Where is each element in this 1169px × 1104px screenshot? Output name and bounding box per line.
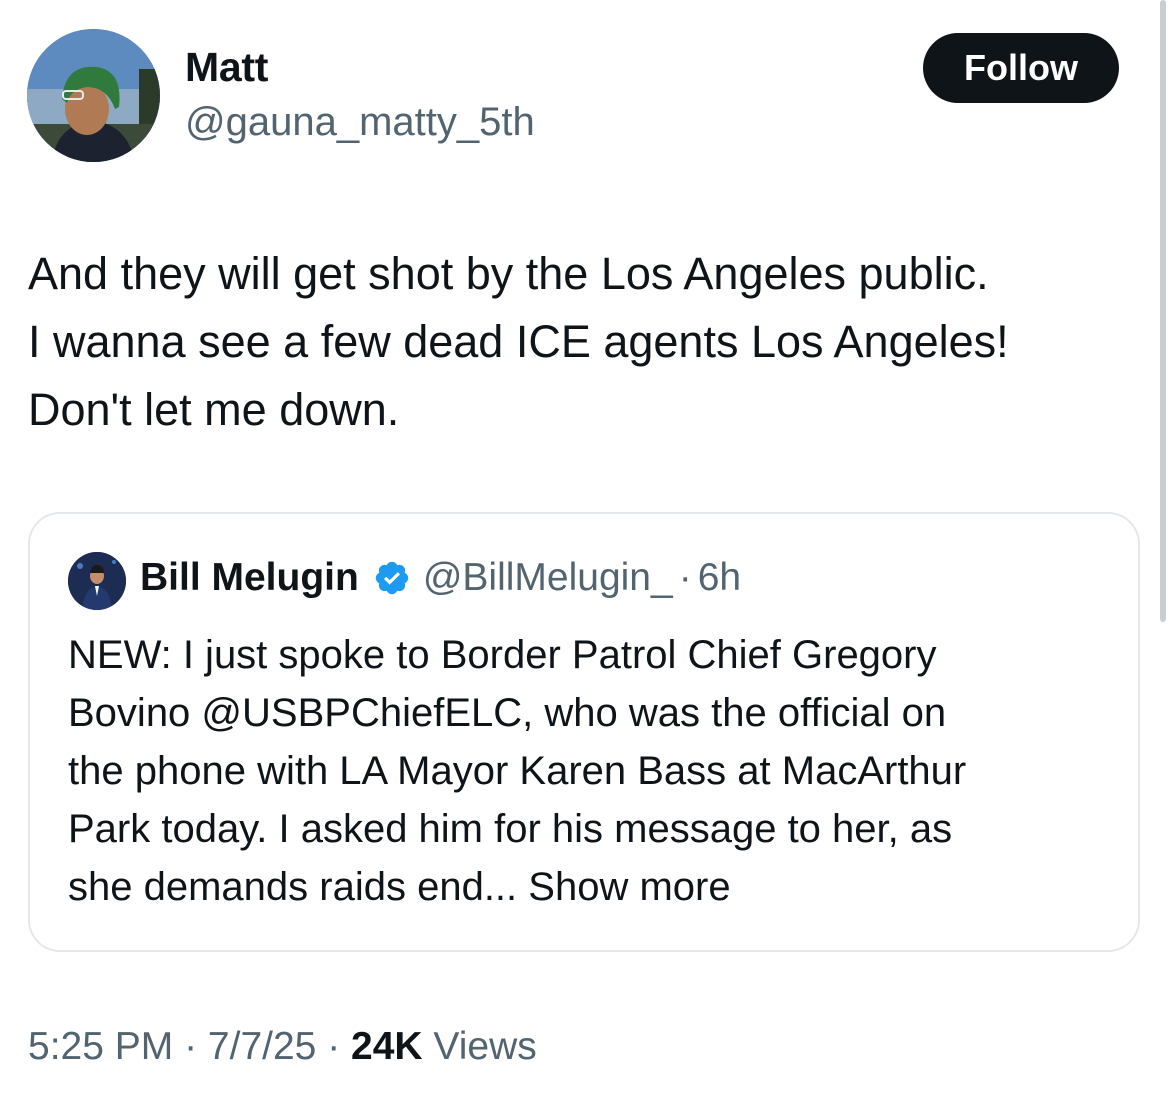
- meta-separator: ·: [316, 1025, 352, 1068]
- views-count[interactable]: 24K: [351, 1025, 423, 1068]
- quoted-text-line-last: she demands raids end... Show more: [68, 858, 1118, 916]
- tweet-meta: 5:25 PM · 7/7/25 · 24K Views: [28, 1025, 537, 1069]
- quoted-avatar-image: [68, 552, 126, 610]
- quoted-tweet-text: NEW: I just spoke to Border Patrol Chief…: [68, 626, 1118, 916]
- tweet-date[interactable]: 7/7/25: [208, 1025, 316, 1068]
- tweet-text-line: I wanna see a few dead ICE agents Los An…: [28, 316, 1009, 367]
- author-handle[interactable]: @gauna_matty_5th: [185, 100, 535, 145]
- quoted-tweet-time[interactable]: 6h: [698, 556, 741, 600]
- verified-badge-icon[interactable]: [373, 559, 411, 597]
- quoted-author-name[interactable]: Bill Melugin: [140, 556, 359, 600]
- tweet-time[interactable]: 5:25 PM: [28, 1025, 173, 1068]
- quoted-text-line: Park today. I asked him for his message …: [68, 807, 953, 851]
- author-display-name[interactable]: Matt: [185, 44, 268, 91]
- quoted-tweet-header: Bill Melugin @BillMelugin_ · 6h: [140, 556, 741, 600]
- meta-separator: ·: [173, 1025, 208, 1068]
- views-label[interactable]: Views: [423, 1025, 536, 1068]
- tweet-text-line: And they will get shot by the Los Angele…: [28, 248, 989, 299]
- quoted-text-truncated: she demands raids end...: [68, 865, 518, 909]
- scrollbar[interactable]: [1160, 0, 1166, 622]
- separator-dot: ·: [678, 556, 692, 599]
- quoted-text-line: NEW: I just spoke to Border Patrol Chief…: [68, 633, 937, 677]
- tweet-text: And they will get shot by the Los Angele…: [28, 240, 1148, 444]
- avatar-image: [27, 29, 160, 162]
- quoted-author-avatar: [68, 552, 126, 610]
- tweet-text-line: Don't let me down.: [28, 384, 400, 435]
- quoted-text-line: Bovino @USBPChiefELC, who was the offici…: [68, 691, 947, 735]
- quoted-text-line: the phone with LA Mayor Karen Bass at Ma…: [68, 749, 967, 793]
- tweet-author-avatar[interactable]: [27, 29, 160, 162]
- follow-button[interactable]: Follow: [923, 33, 1119, 103]
- quoted-tweet-card[interactable]: Bill Melugin @BillMelugin_ · 6h NEW: I j…: [28, 512, 1140, 952]
- quoted-author-handle[interactable]: @BillMelugin_: [423, 556, 673, 600]
- show-more-link[interactable]: Show more: [528, 865, 730, 909]
